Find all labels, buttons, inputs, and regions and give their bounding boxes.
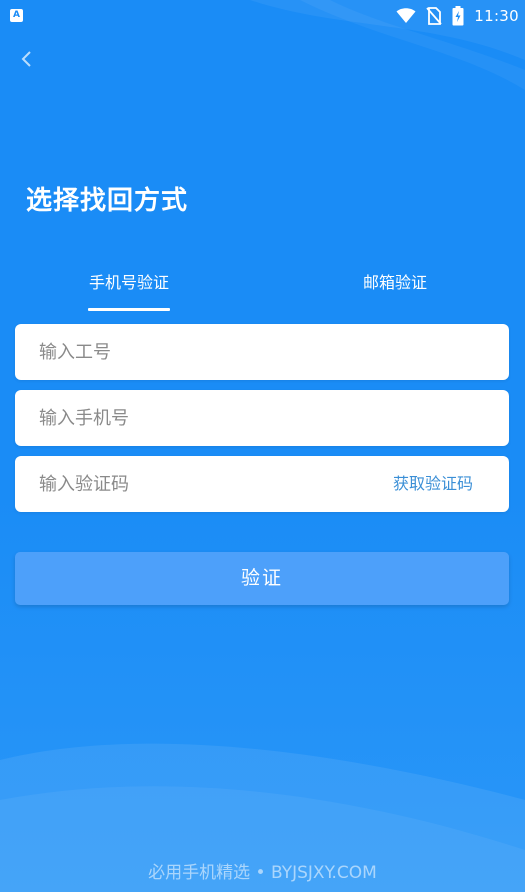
back-button[interactable] bbox=[12, 44, 40, 74]
wifi-icon bbox=[396, 8, 416, 23]
verification-code-field: 获取验证码 bbox=[15, 456, 509, 512]
status-bar: A 11:30 bbox=[0, 0, 525, 32]
battery-charging-icon bbox=[452, 6, 464, 26]
status-time: 11:30 bbox=[474, 7, 519, 25]
background-waves bbox=[0, 0, 525, 892]
watermark: 必用手机精选 • BYJSJXY.COM bbox=[148, 863, 377, 883]
tab-label: 手机号验证 bbox=[88, 273, 169, 292]
method-tabs: 手机号验证 邮箱验证 bbox=[0, 262, 525, 314]
employee-id-input[interactable] bbox=[39, 324, 369, 380]
no-sim-icon bbox=[426, 7, 442, 25]
employee-id-field bbox=[15, 324, 509, 380]
get-code-button[interactable]: 获取验证码 bbox=[393, 456, 473, 512]
status-icons: 11:30 bbox=[396, 5, 519, 27]
tab-email-verification[interactable]: 邮箱验证 bbox=[346, 262, 444, 314]
phone-field bbox=[15, 390, 509, 446]
verification-code-input[interactable] bbox=[39, 456, 369, 512]
phone-input[interactable] bbox=[39, 390, 369, 446]
tab-label: 邮箱验证 bbox=[362, 273, 427, 292]
page-title: 选择找回方式 bbox=[26, 186, 189, 216]
active-tab-indicator bbox=[88, 308, 170, 311]
app-notification-icon: A bbox=[10, 9, 23, 22]
verify-button[interactable]: 验证 bbox=[15, 552, 509, 605]
tab-phone-verification[interactable]: 手机号验证 bbox=[80, 262, 178, 314]
chevron-left-icon bbox=[21, 51, 31, 67]
